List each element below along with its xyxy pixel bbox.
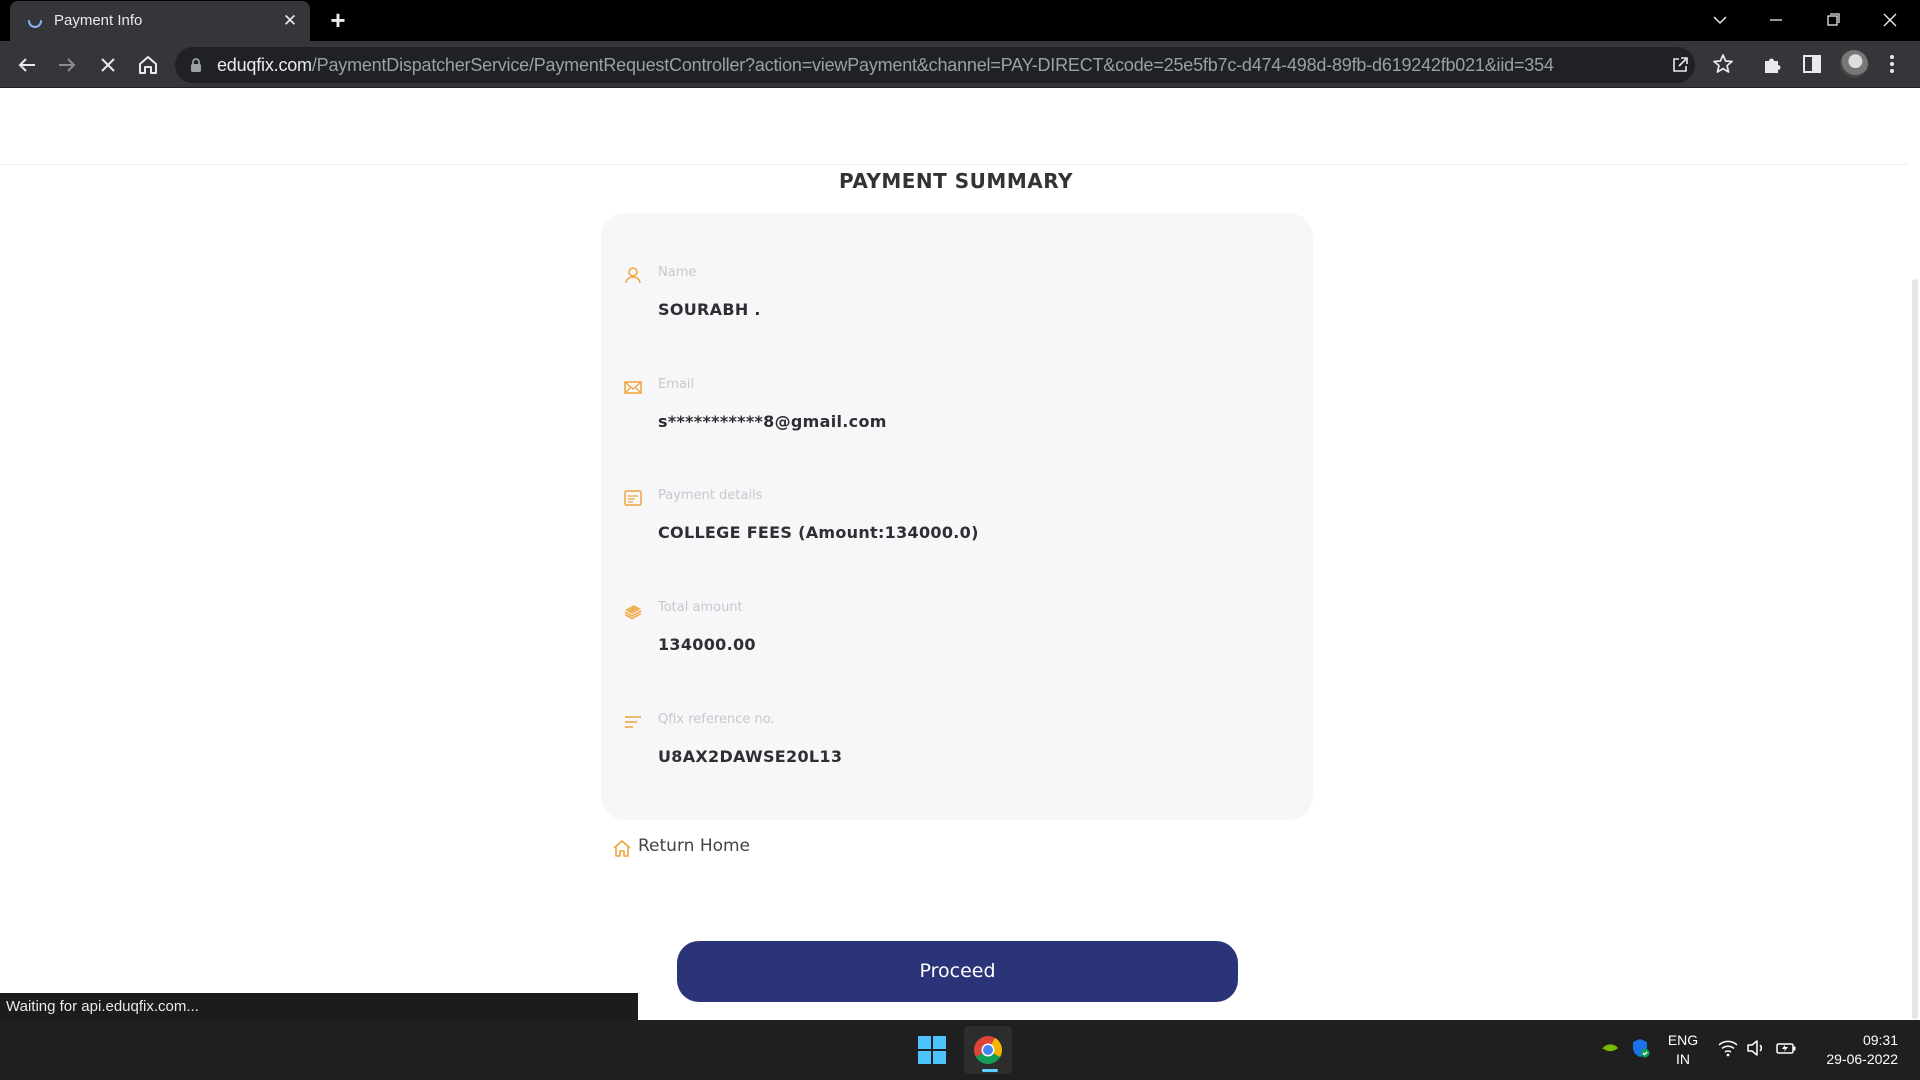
active-app-indicator (982, 1069, 998, 1072)
name-field: Name SOURABH . (623, 265, 1283, 355)
close-window-icon[interactable] (1870, 6, 1910, 34)
start-button[interactable] (908, 1026, 956, 1074)
browser-tab[interactable]: Payment Info ✕ (10, 1, 310, 41)
back-arrow-icon[interactable] (13, 51, 41, 79)
total-amount-field: Total amount 134000.00 (623, 600, 1283, 690)
restore-icon[interactable] (1813, 6, 1853, 34)
browser-toolbar: eduqfix.com/PaymentDispatcherService/Pay… (0, 41, 1920, 88)
tab-search-chevron-icon[interactable] (1700, 6, 1740, 34)
chrome-taskbar-button[interactable] (964, 1026, 1012, 1074)
nvidia-tray-icon[interactable] (1598, 1036, 1622, 1060)
forward-arrow-icon[interactable] (53, 51, 81, 79)
tab-close-icon[interactable]: ✕ (280, 11, 300, 31)
page-viewport: PAYMENT SUMMARY Name SOURABH . Email s**… (0, 89, 1920, 1020)
lines-icon (625, 716, 641, 728)
payment-details-field: Payment details COLLEGE FEES (Amount:134… (623, 488, 1283, 578)
more-menu-icon[interactable] (1880, 52, 1904, 76)
windows-taskbar: ENG IN 09:31 29-06-2022 (0, 1020, 1920, 1080)
input-language-indicator[interactable]: ENG IN (1666, 1031, 1700, 1069)
region-code: IN (1676, 1051, 1690, 1067)
battery-icon[interactable] (1774, 1036, 1798, 1060)
email-field: Email s***********8@gmail.com (623, 377, 1283, 467)
system-clock[interactable]: 09:31 29-06-2022 (1810, 1031, 1898, 1069)
wifi-icon[interactable] (1716, 1036, 1740, 1060)
field-value: SOURABH . (658, 300, 761, 319)
field-label: Qfix reference no. (658, 712, 775, 727)
loading-spinner-icon (28, 20, 42, 28)
side-panel-icon[interactable] (1800, 52, 1824, 76)
page-title: PAYMENT SUMMARY (839, 169, 1073, 193)
windows-logo-icon (918, 1036, 946, 1064)
field-label: Payment details (658, 488, 763, 503)
proceed-button[interactable]: Proceed (677, 941, 1238, 1002)
minimize-icon[interactable] (1756, 6, 1796, 34)
language-code: ENG (1667, 1032, 1699, 1048)
url-path: /PaymentDispatcherService/PaymentRequest… (311, 55, 1554, 75)
volume-icon[interactable] (1744, 1036, 1768, 1060)
field-value: s***********8@gmail.com (658, 412, 887, 431)
header-divider (0, 164, 1920, 165)
extensions-puzzle-icon[interactable] (1761, 52, 1785, 76)
mail-icon (624, 381, 642, 394)
return-home-label: Return Home (638, 836, 751, 856)
url-host: eduqfix.com (217, 55, 312, 75)
chrome-logo-icon (974, 1036, 1002, 1064)
money-icon (624, 605, 642, 620)
field-value: COLLEGE FEES (Amount:134000.0) (658, 523, 979, 542)
field-label: Total amount (658, 600, 743, 615)
share-icon[interactable] (1670, 55, 1690, 75)
payment-summary-card: Name SOURABH . Email s***********8@gmail… (601, 213, 1313, 820)
home-outline-icon (613, 840, 631, 857)
clock-date: 29-06-2022 (1826, 1051, 1898, 1067)
field-label: Email (658, 377, 695, 392)
tab-title: Payment Info (54, 12, 143, 29)
scrollbar-thumb[interactable] (1912, 279, 1918, 1019)
field-label: Name (658, 265, 697, 280)
field-value: 134000.00 (658, 635, 756, 654)
bookmark-star-icon[interactable] (1711, 52, 1735, 76)
url-text[interactable]: eduqfix.com/PaymentDispatcherService/Pay… (217, 55, 1554, 76)
scrollbar[interactable] (1908, 89, 1920, 1020)
lock-icon[interactable] (189, 57, 203, 73)
clock-time: 09:31 (1862, 1032, 1898, 1048)
home-icon[interactable] (134, 51, 162, 79)
details-icon (624, 490, 642, 506)
field-value: U8AX2DAWSE20L13 (658, 747, 843, 766)
loading-status-bubble: Waiting for api.eduqfix.com... (0, 993, 638, 1020)
profile-avatar[interactable] (1840, 50, 1868, 78)
browser-tab-strip: Payment Info ✕ + (0, 0, 1920, 41)
reference-number-field: Qfix reference no. U8AX2DAWSE20L13 (623, 712, 1283, 802)
address-bar[interactable]: eduqfix.com/PaymentDispatcherService/Pay… (175, 47, 1695, 83)
user-icon (625, 267, 641, 284)
stop-loading-icon[interactable] (94, 51, 122, 79)
new-tab-button[interactable]: + (325, 7, 351, 34)
windows-security-icon[interactable] (1628, 1036, 1652, 1060)
